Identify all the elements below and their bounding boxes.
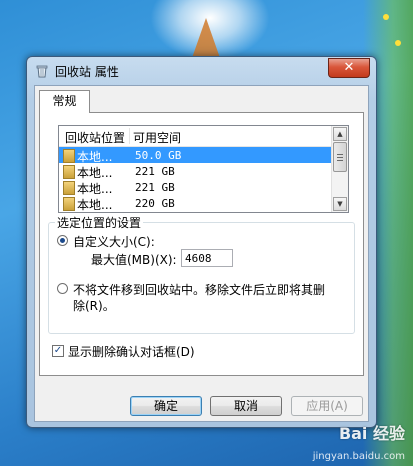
cancel-button[interactable]: 取消 xyxy=(210,396,282,416)
show-delete-confirm-checkbox[interactable]: ✓ xyxy=(52,345,64,357)
list-item[interactable]: 本地... 220 GB xyxy=(59,195,331,212)
drive-icon xyxy=(63,197,75,211)
watermark-url: jingyan.baidu.com xyxy=(312,451,405,462)
list-item[interactable]: 本地... 221 GB xyxy=(59,179,331,196)
max-size-input[interactable]: 4608 xyxy=(181,249,233,267)
list-item-space: 221 GB xyxy=(135,165,175,178)
scroll-up-arrow-icon[interactable]: ▲ xyxy=(333,127,347,141)
wallpaper-tree-decoration xyxy=(192,18,220,58)
selected-location-settings-group: 选定位置的设置 自定义大小(C): 最大值(MB)(X): 4608 不将文件移… xyxy=(48,214,355,334)
list-header: 回收站位置 可用空间 xyxy=(59,126,331,147)
list-item[interactable]: 本地... 50.0 GB xyxy=(59,147,331,164)
grip-line xyxy=(337,157,343,158)
vertical-scrollbar[interactable]: ▲ ▼ xyxy=(331,126,348,212)
show-delete-confirm-label[interactable]: 显示删除确认对话框(D) xyxy=(68,343,195,360)
window-title: 回收站 属性 xyxy=(55,65,119,79)
group-title: 选定位置的设置 xyxy=(55,214,144,231)
list-item-space: 221 GB xyxy=(135,181,175,194)
no-move-label-line2[interactable]: 除(R)。 xyxy=(73,297,115,314)
no-move-label-line1[interactable]: 不将文件移到回收站中。移除文件后立即将其删 xyxy=(73,281,325,298)
max-size-label: 最大值(MB)(X): xyxy=(91,253,177,267)
list-item-space: 220 GB xyxy=(135,197,175,210)
close-icon: ✕ xyxy=(343,60,355,75)
list-rows: 本地... 50.0 GB 本地... 221 GB 本地... 221 GB xyxy=(59,147,331,212)
grip-line xyxy=(337,154,343,155)
column-divider[interactable] xyxy=(129,128,130,144)
baidu-jingyan-watermark: Bai 经验 xyxy=(338,424,405,443)
wallpaper-star xyxy=(395,40,401,46)
grip-line xyxy=(337,160,343,161)
general-tab-panel: 回收站位置 可用空间 本地... 50.0 GB 本地... 221 GB 本地… xyxy=(39,112,364,376)
recycle-bin-properties-window: 回收站 属性 ✕ 常规 回收站位置 可用空间 本地... 50.0 GB 本地.… xyxy=(26,56,377,428)
custom-size-label[interactable]: 自定义大小(C): xyxy=(73,233,155,250)
no-move-radio[interactable] xyxy=(57,283,68,294)
drive-icon xyxy=(63,149,75,163)
dialog-client-area: 常规 回收站位置 可用空间 本地... 50.0 GB 本地... 221 GB… xyxy=(34,85,369,422)
list-item-location: 本地... xyxy=(77,198,113,212)
title-bar[interactable]: 回收站 属性 ✕ xyxy=(27,57,376,85)
column-header-free-space[interactable]: 可用空间 xyxy=(133,129,181,146)
scrollbar-thumb[interactable] xyxy=(333,142,347,172)
ok-button[interactable]: 确定 xyxy=(130,396,202,416)
close-button[interactable]: ✕ xyxy=(328,58,370,78)
drive-icon xyxy=(63,165,75,179)
recycle-bin-icon xyxy=(36,65,48,78)
scroll-down-arrow-icon[interactable]: ▼ xyxy=(333,197,347,211)
apply-button[interactable]: 应用(A) xyxy=(291,396,363,416)
list-item[interactable]: 本地... 221 GB xyxy=(59,163,331,180)
tab-label: 常规 xyxy=(52,94,77,108)
wallpaper-star xyxy=(383,14,389,20)
recycle-bin-location-list[interactable]: 回收站位置 可用空间 本地... 50.0 GB 本地... 221 GB 本地… xyxy=(58,125,349,213)
column-header-location[interactable]: 回收站位置 xyxy=(65,129,125,146)
custom-size-radio[interactable] xyxy=(57,235,68,246)
drive-icon xyxy=(63,181,75,195)
list-item-space: 50.0 GB xyxy=(135,149,182,162)
tab-general[interactable]: 常规 xyxy=(39,90,90,113)
